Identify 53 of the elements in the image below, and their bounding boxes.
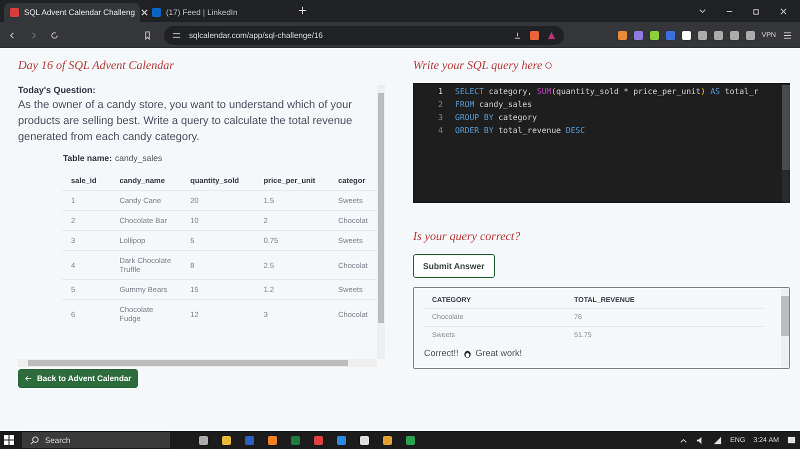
tab-favicon-icon (152, 8, 161, 17)
taskbar-app-icon[interactable] (406, 436, 415, 444)
arrow-left-icon (25, 375, 32, 382)
line-number: 3 (437, 113, 444, 122)
check-title: Is your query correct? (413, 229, 522, 244)
reload-icon (50, 30, 59, 40)
table-name-label: Table name: (63, 153, 112, 163)
tab-title: (17) Feed | LinkedIn (166, 8, 238, 17)
editor-title: Write your SQL query here (413, 58, 790, 73)
code-line: SELECT category, SUM(quantity_sold * price_per_unit) AS total_r (455, 87, 758, 96)
penguin-icon (462, 348, 472, 358)
restore-icon (752, 6, 761, 16)
site-settings-icon (172, 30, 181, 40)
browser-tab[interactable]: (17) Feed | LinkedIn (146, 3, 282, 22)
result-scrollbar[interactable] (781, 288, 789, 368)
bookmark-icon (143, 30, 152, 40)
url-text: sqlcalendar.com/app/sql-challenge/16 (189, 30, 324, 40)
line-number: 2 (437, 100, 444, 109)
result-message: Correct!! (424, 348, 459, 358)
question-label: Today's Question: (18, 85, 96, 95)
result-message: Great work! (476, 348, 522, 358)
taskbar-app-icon[interactable] (222, 436, 231, 444)
tab-title: SQL Advent Calendar Challeng (24, 8, 135, 17)
notification-icon (787, 436, 796, 444)
address-bar[interactable]: sqlcalendar.com/app/sql-challenge/16 (164, 26, 564, 44)
code-editor[interactable]: 1 SELECT category, SUM(quantity_sold * price_per_unit) AS total_r 2 FROM candy_sales 3 GROUP BY category 4 ORDER BY total_revenue DESC (413, 83, 790, 203)
code-line: GROUP BY category (455, 113, 537, 122)
close-icon (140, 8, 149, 17)
taskbar-app-icon[interactable] (199, 436, 208, 444)
editor-scrollbar[interactable] (782, 85, 790, 203)
horizontal-scrollbar[interactable] (18, 359, 377, 367)
triangle-icon (547, 30, 556, 40)
question-text: As the owner of a candy store, you want to understand which of your products are selling best. Write a query to calculate the total revenue generated from each candy category. (18, 98, 354, 145)
code-line: ORDER BY total_revenue DESC (455, 126, 586, 135)
plus-icon (298, 6, 307, 15)
taskbar-app-icon[interactable] (383, 436, 392, 444)
code-line: FROM candy_sales (455, 100, 532, 109)
taskbar-search[interactable]: Search (22, 432, 170, 448)
search-icon (30, 436, 39, 444)
tab-favicon-icon (10, 8, 19, 17)
taskbar-app-icon[interactable] (268, 436, 277, 444)
vertical-scrollbar[interactable] (377, 85, 385, 359)
table-name: candy_sales (114, 153, 162, 163)
back-button[interactable]: Back to Advent Calendar (18, 369, 138, 388)
submit-button[interactable]: Submit Answer (413, 254, 495, 278)
menu-icon (783, 30, 792, 40)
taskbar-app-icon[interactable] (360, 436, 369, 444)
chevron-down-icon (698, 6, 707, 16)
close-icon (779, 6, 788, 16)
line-number: 4 (437, 126, 444, 135)
page-title: Day 16 of SQL Advent Calendar (18, 58, 175, 73)
line-number: 1 (437, 87, 444, 96)
windows-icon (4, 435, 14, 445)
